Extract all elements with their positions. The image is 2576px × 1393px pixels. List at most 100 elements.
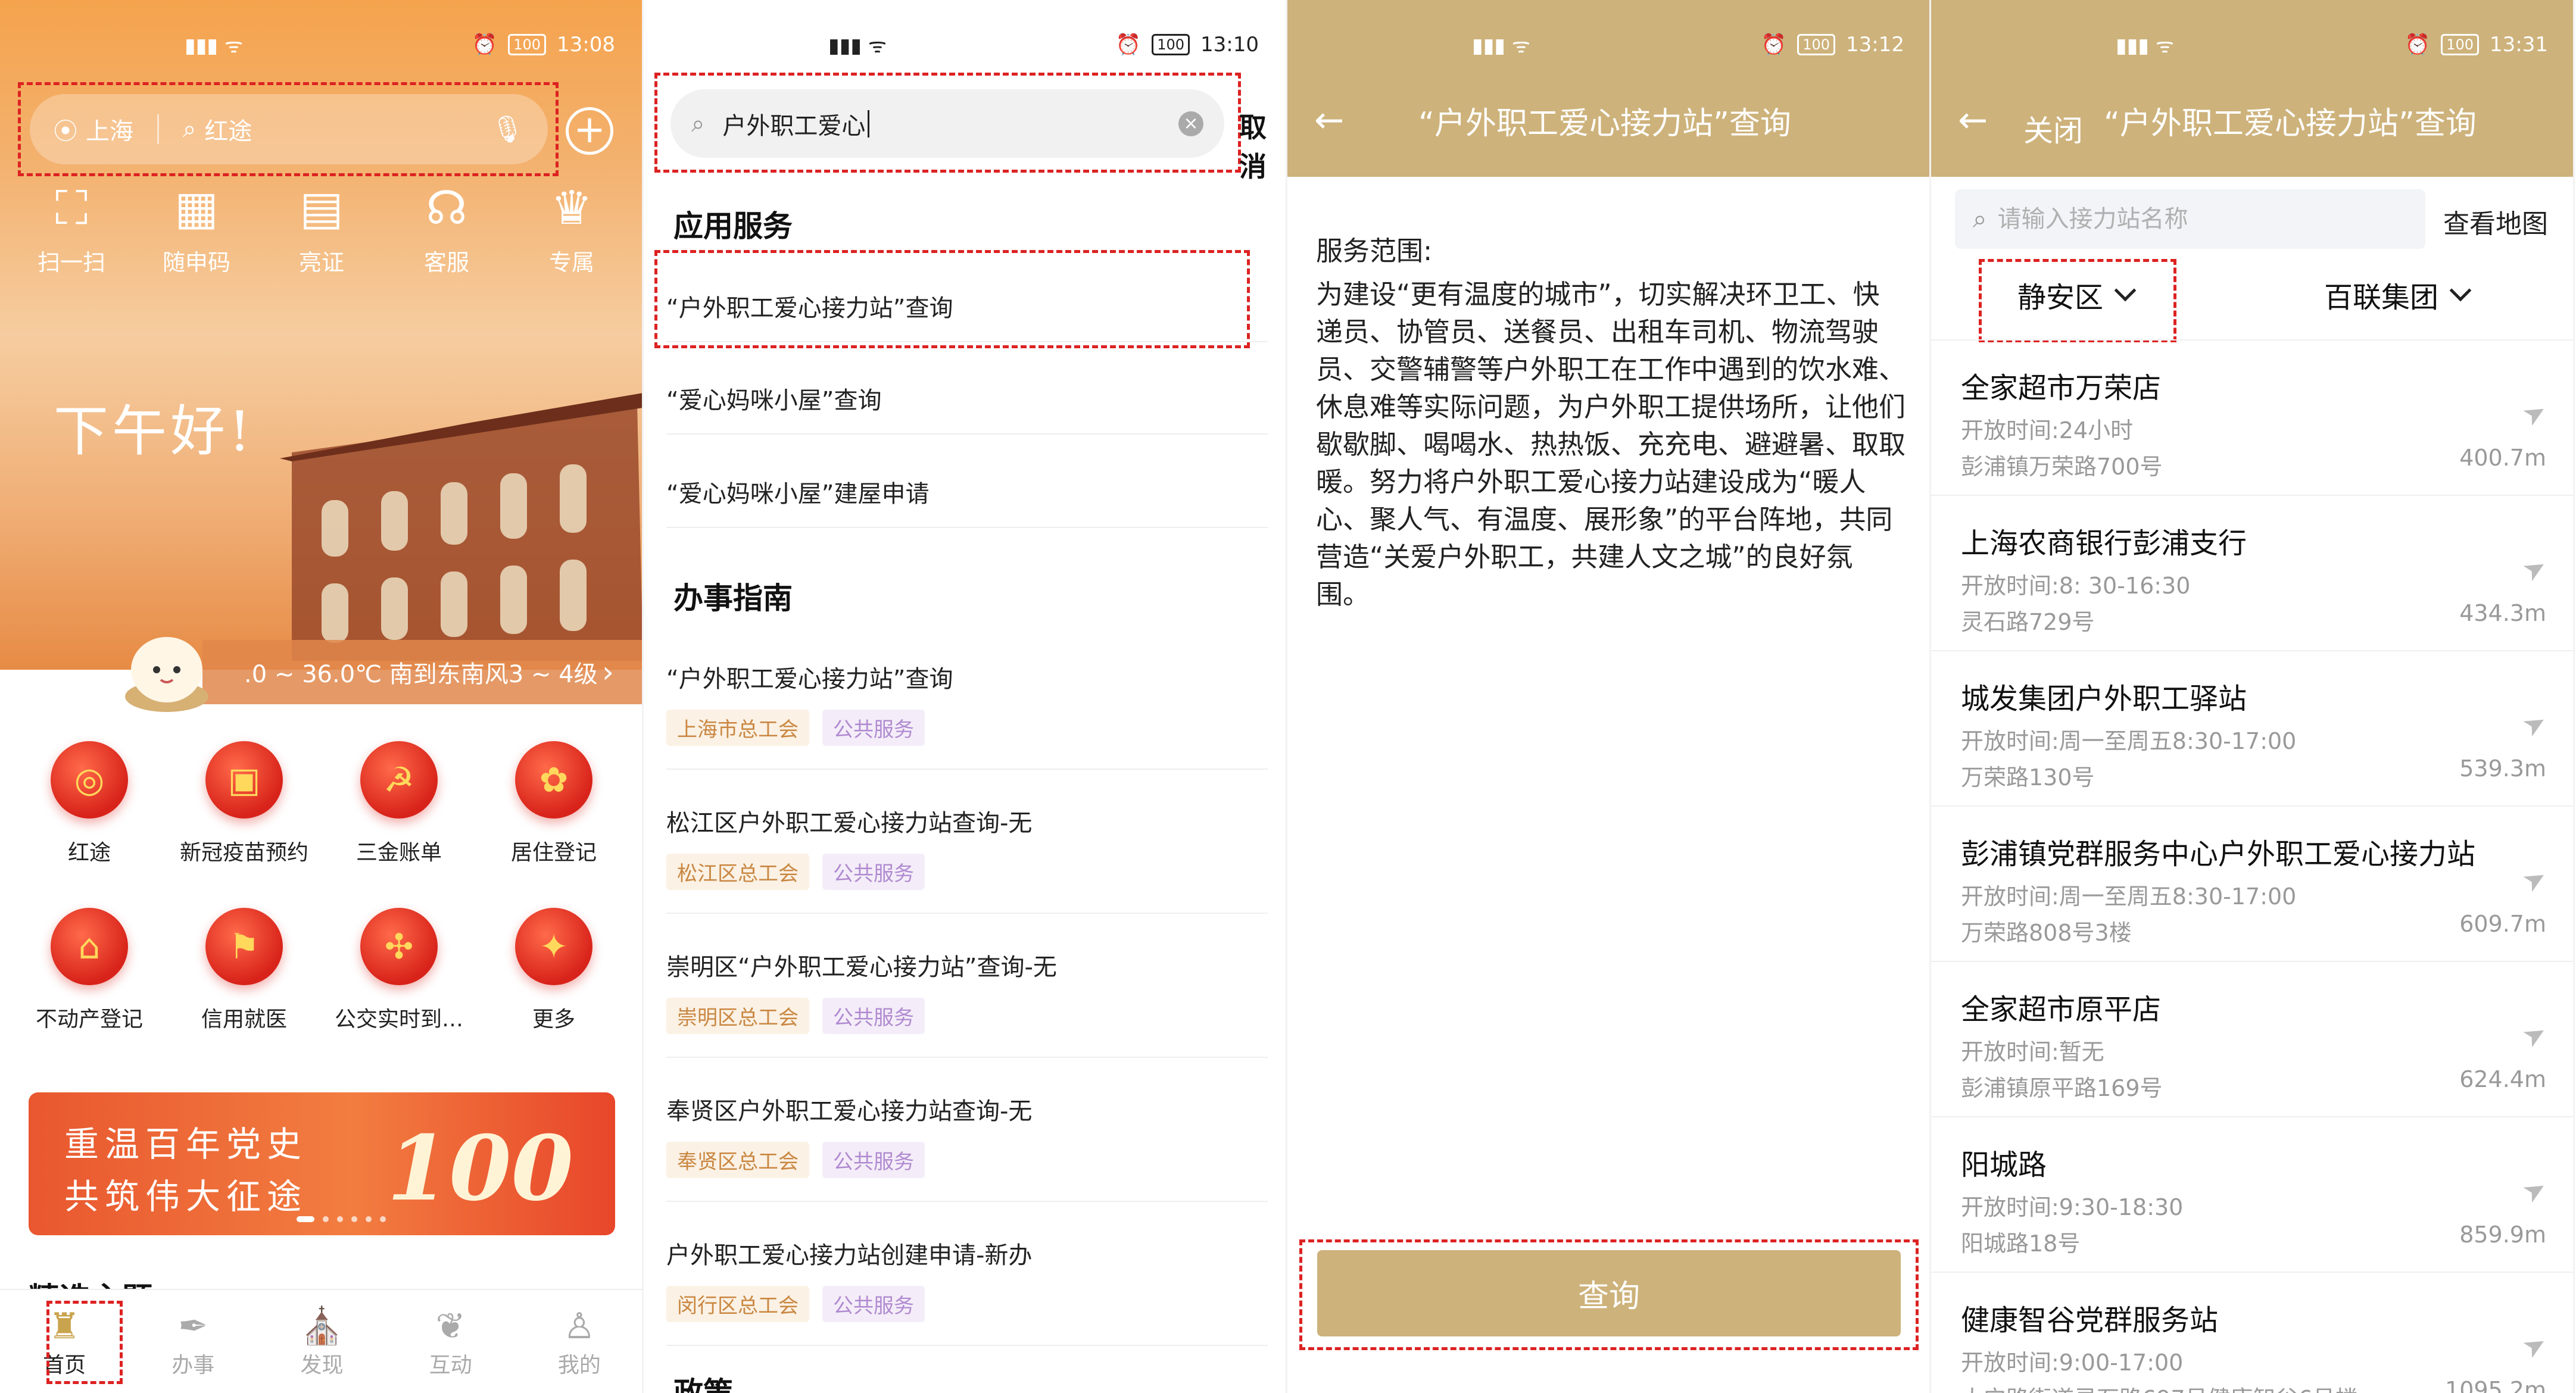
person-icon: ♙ <box>563 1305 595 1347</box>
banner-badge: 100 <box>386 1116 573 1221</box>
station-address: 万荣路808号3楼 <box>1961 920 2132 946</box>
flag-icon: ⚑ <box>205 908 283 985</box>
quick-label: 专属 <box>548 249 594 276</box>
guide-item[interactable]: “户外职工爱心接力站”查询 上海市总工会 公共服务 <box>666 660 1268 770</box>
org-tag: 松江区总工会 <box>666 854 809 890</box>
battery-icon: 100 <box>1152 34 1190 55</box>
service-grid: ◎ 红途 ▣ 新冠疫苗预约 ☭ 三金账单 ✿ 居住登记 ⌂ 不动产登记 ⚑ 信用就医 ✣ 公交… <box>12 741 631 1033</box>
station-distance: 609.7m <box>2459 911 2546 937</box>
station-name: 全家超市原平店 <box>1961 993 2162 1026</box>
station-address: 阳城路18号 <box>1961 1230 2081 1257</box>
station-distance: 400.7m <box>2459 445 2546 471</box>
quick-scan[interactable]: ⛶ 扫一扫 <box>12 179 131 277</box>
quick-qrcode[interactable]: ▦ 随申码 <box>137 179 256 277</box>
group-dropdown[interactable]: 百联集团 <box>2324 274 2472 316</box>
view-map-link[interactable]: 查看地图 <box>2443 202 2548 241</box>
quick-label: 扫一扫 <box>37 249 105 276</box>
station-name: 上海农商银行彭浦支行 <box>1961 527 2247 560</box>
hongtu-icon: ◎ <box>51 741 128 819</box>
service-hongtu[interactable]: ◎ 红途 <box>12 741 167 866</box>
station-item[interactable]: 全家超市万荣店 开放时间:24小时 彭浦镇万荣路700号 ➤ 400.7m <box>1931 339 2573 495</box>
promo-banner[interactable]: 重温百年党史 共筑伟大征途 100 <box>29 1092 615 1235</box>
service-label: 不动产登记 <box>35 1007 143 1032</box>
tab-discover[interactable]: ⛪ 发现 <box>277 1305 366 1379</box>
back-arrow-icon[interactable]: ← <box>1958 102 1988 138</box>
station-distance: 859.9m <box>2459 1222 2546 1248</box>
station-list-screen: ▮▮▮ ᯤ ⏰ 100 13:31 ← 关闭 “户外职工爱心接力站”查询 ⌕ 查看地… <box>1931 0 2575 1393</box>
service-property[interactable]: ⌂ 不动产登记 <box>12 908 167 1033</box>
add-icon[interactable]: + <box>566 107 613 155</box>
station-address: 大宁路街道灵石路697号健康智谷6号楼 <box>1961 1380 2413 1393</box>
qr-code-icon: ▦ <box>174 182 219 235</box>
quick-label: 随申码 <box>162 249 230 276</box>
station-item[interactable]: 健康智谷党群服务站 开放时间:9:00-17:00 大宁路街道灵石路697号健康… <box>1931 1272 2573 1393</box>
highlight-box <box>18 82 559 176</box>
quick-actions: ⛶ 扫一扫 ▦ 随申码 ▤ 亮证 ☊ 客服 ♛ 专属 <box>12 179 631 277</box>
status-bar: ▮▮▮ ᯤ ⏰ 100 13:31 <box>1931 0 2573 89</box>
service-vaccine[interactable]: ▣ 新冠疫苗预约 <box>167 741 322 866</box>
guide-item[interactable]: 户外职工爱心接力站创建申请-新办 闵行区总工会 公共服务 <box>666 1236 1268 1346</box>
guide-item[interactable]: 松江区户外职工爱心接力站查询-无 松江区总工会 公共服务 <box>666 804 1268 914</box>
guide-item[interactable]: 奉贤区户外职工爱心接力站查询-无 奉贤区总工会 公共服务 <box>666 1092 1268 1202</box>
cancel-button[interactable]: 取消 <box>1239 106 1286 185</box>
station-item[interactable]: 上海农商银行彭浦支行 开放时间:8: 30-16:30 灵石路729号 ➤ 43… <box>1931 495 2573 650</box>
station-item[interactable]: 彭浦镇党群服务中心户外职工爱心接力站 开放时间:周一至周五8:30-17:00 … <box>1931 805 2573 961</box>
station-item[interactable]: 阳城路 开放时间:9:30-18:30 阳城路18号 ➤ 859.9m <box>1931 1116 2573 1272</box>
bun-mascot-icon <box>125 637 208 712</box>
close-button[interactable]: 关闭 <box>2023 107 2083 150</box>
tab-mine[interactable]: ♙ 我的 <box>535 1305 624 1379</box>
card-icon: ▤ <box>300 182 344 235</box>
service-bills[interactable]: ☭ 三金账单 <box>322 741 476 866</box>
section-guides-title: 办事指南 <box>673 581 793 616</box>
highlight-box <box>1979 259 2176 342</box>
quick-exclusive[interactable]: ♛ 专属 <box>512 179 631 277</box>
alarm-icon: ⏰ <box>1761 33 1787 57</box>
service-label: 更多 <box>532 1007 575 1032</box>
battery-icon: 100 <box>2441 34 2480 55</box>
station-hours: 开放时间:暂无 <box>1961 1039 2104 1065</box>
back-arrow-icon[interactable]: ← <box>1314 102 1344 138</box>
party-emblem-icon: ☭ <box>360 741 438 819</box>
guide-item[interactable]: 崇明区“户外职工爱心接力站”查询-无 崇明区总工会 公共服务 <box>666 948 1268 1058</box>
station-name: 城发集团户外职工驿站 <box>1961 682 2247 716</box>
station-search-input[interactable] <box>1997 205 2355 233</box>
service-bus[interactable]: ✣ 公交实时到… <box>322 908 476 1033</box>
service-residence[interactable]: ✿ 居住登记 <box>476 741 631 866</box>
greeting: 下午好! <box>54 399 254 463</box>
alarm-icon: ⏰ <box>2405 33 2431 57</box>
flower-icon: ✿ <box>515 741 592 819</box>
station-hours: 开放时间:9:00-17:00 <box>1961 1350 2184 1376</box>
app-result-item[interactable]: “爱心妈咪小屋”查询 <box>666 381 1268 435</box>
quick-card[interactable]: ▤ 亮证 <box>262 179 381 277</box>
quick-service[interactable]: ☊ 客服 <box>387 179 506 277</box>
tab-services[interactable]: ✒ 办事 <box>148 1305 238 1379</box>
station-search-field[interactable]: ⌕ <box>1955 189 2425 249</box>
station-hours: 开放时间:24小时 <box>1961 417 2134 443</box>
knot-icon: ✣ <box>360 908 438 985</box>
header: ▮▮▮ ᯤ ⏰ 100 13:31 ← 关闭 “户外职工爱心接力站”查询 <box>1931 0 2573 177</box>
chevron-down-icon <box>2449 279 2472 302</box>
station-item[interactable]: 全家超市原平店 开放时间:暂无 彭浦镇原平路169号 ➤ 624.4m <box>1931 961 2573 1116</box>
carousel-dots[interactable] <box>297 1216 386 1222</box>
banner-line1: 重温百年党史 <box>64 1124 308 1164</box>
station-address: 彭浦镇万荣路700号 <box>1961 454 2163 480</box>
group-value: 百联集团 <box>2324 281 2439 314</box>
tab-label: 发现 <box>300 1353 344 1378</box>
highlight-box <box>46 1301 123 1384</box>
service-medical[interactable]: ⚑ 信用就医 <box>167 908 322 1033</box>
weather-bar[interactable]: .0 ~ 36.0℃ 南到东南风3 ~ 4级 › <box>202 640 642 704</box>
station-distance: 434.3m <box>2459 600 2546 626</box>
building-icon: ⛪ <box>300 1305 344 1347</box>
quick-label: 客服 <box>423 249 469 276</box>
section-apps-title: 应用服务 <box>673 209 793 243</box>
tab-interact[interactable]: ❦ 互动 <box>406 1305 495 1379</box>
station-item[interactable]: 城发集团户外职工驿站 开放时间:周一至周五8:30-17:00 万荣路130号 … <box>1931 650 2573 805</box>
service-label: 红途 <box>67 841 111 865</box>
station-distance: 624.4m <box>2459 1066 2546 1092</box>
app-result-item[interactable]: “爱心妈咪小屋”建屋申请 <box>666 474 1268 528</box>
signal-icon: ▮▮▮ ᯤ <box>2116 34 2174 58</box>
station-name: 健康智谷党群服务站 <box>1961 1304 2219 1337</box>
service-more[interactable]: ✦ 更多 <box>476 908 631 1033</box>
station-hours: 开放时间:周一至周五8:30-17:00 <box>1961 883 2297 910</box>
scan-icon: ⛶ <box>55 182 88 235</box>
